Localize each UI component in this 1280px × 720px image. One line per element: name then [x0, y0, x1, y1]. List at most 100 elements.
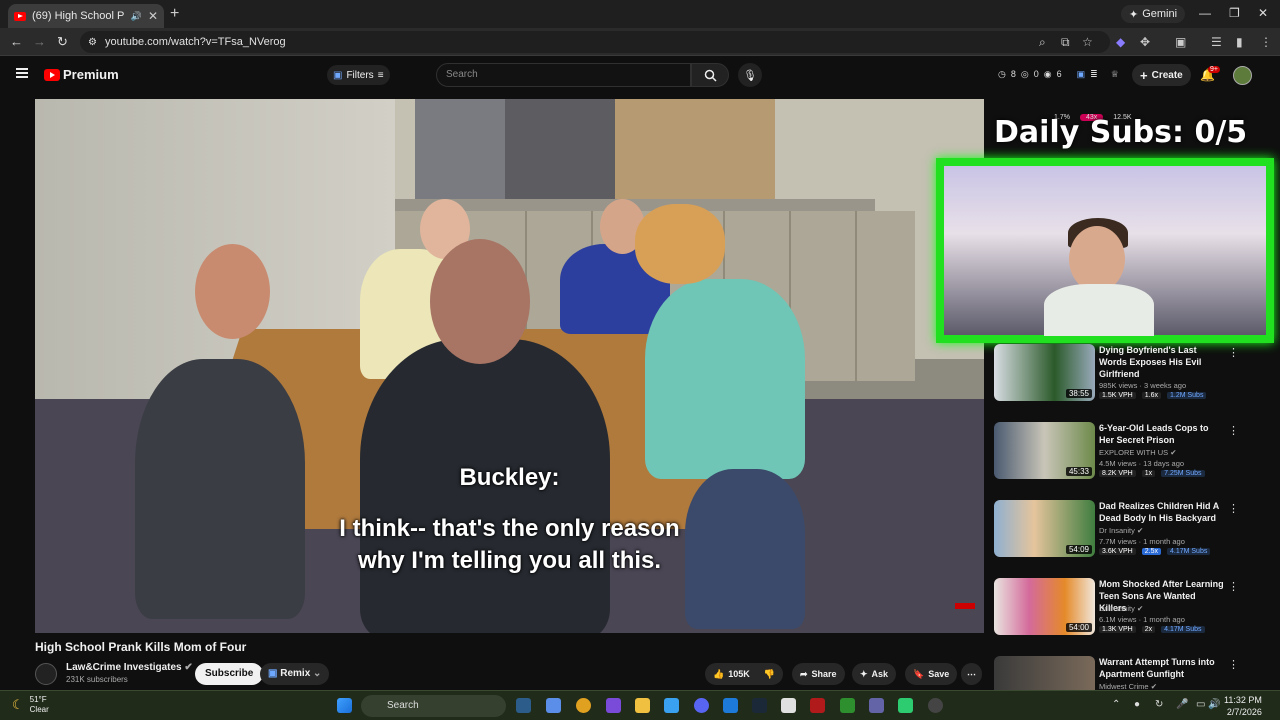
rec-views: 985K views · 3 weeks ago — [1099, 381, 1187, 390]
rec-channel[interactable]: EXPLORE WITH US ✔ — [1099, 448, 1177, 457]
channel-avatar[interactable] — [35, 663, 57, 685]
app-icon[interactable] — [898, 698, 913, 713]
video-thumbnail[interactable]: 54:09 — [994, 500, 1095, 557]
more-vertical-icon[interactable]: ⋮ — [1228, 580, 1239, 593]
obs-icon[interactable] — [928, 698, 943, 713]
browser-tab[interactable]: (69) High School Prank Kills 🔊 ✕ — [8, 4, 164, 28]
thumbs-down-icon[interactable]: 👎 — [764, 663, 775, 685]
app-icon[interactable] — [606, 698, 621, 713]
browser-menu-icon[interactable]: ⋮ — [1260, 35, 1272, 49]
video-thumbnail[interactable]: 38:55 — [994, 344, 1095, 401]
more-vertical-icon[interactable]: ⋮ — [1228, 502, 1239, 515]
bookmark-star-icon[interactable]: ☆ — [1082, 35, 1093, 49]
subscribe-button[interactable]: Subscribe — [195, 663, 264, 685]
mic-tray-icon[interactable]: 🎤 — [1176, 699, 1188, 710]
like-button[interactable]: 👍 105K 👎 — [705, 663, 783, 685]
gemini-button[interactable]: ✦ Gemini — [1121, 5, 1186, 23]
sidebar-icon[interactable]: ▣ — [1175, 35, 1186, 49]
save-button[interactable]: 🔖 Save — [905, 663, 958, 685]
rec-title: Warrant Attempt Turns into Apartment Gun… — [1099, 657, 1215, 679]
ask-button[interactable]: ✦ Ask — [852, 663, 897, 685]
ext-box-icon[interactable]: ▣ — [1077, 69, 1086, 80]
taskbar-search[interactable]: Search — [361, 695, 506, 717]
windows-taskbar: ☾ 51°F Clear Search ⌃ ● ↻ 🎤 ▭ 🔊 11:32 PM… — [0, 690, 1280, 720]
reload-icon[interactable]: ↻ — [57, 34, 68, 50]
close-window-icon[interactable]: ✕ — [1258, 6, 1268, 20]
filters-button[interactable]: ▣ Filters ≡ — [327, 65, 390, 85]
game-icon[interactable] — [810, 698, 825, 713]
new-tab-button[interactable]: + — [170, 5, 179, 23]
search-input[interactable]: Search — [436, 63, 691, 87]
minimize-icon[interactable]: — — [1199, 6, 1211, 20]
restore-icon[interactable]: ❐ — [1229, 6, 1240, 20]
file-explorer-icon[interactable] — [635, 698, 650, 713]
search-button[interactable] — [691, 63, 729, 87]
speaker-icon[interactable]: 🔊 — [131, 11, 142, 22]
install-app-icon[interactable]: ⧉ — [1061, 35, 1070, 50]
remix-button[interactable]: ▣ Remix ⌄ — [260, 663, 330, 685]
task-view-icon[interactable] — [516, 698, 531, 713]
channel-name[interactable]: Law&Crime Investigates ✔ — [66, 662, 193, 673]
video-watermark — [955, 603, 975, 609]
more-vertical-icon[interactable]: ⋮ — [1228, 424, 1239, 437]
more-vertical-icon[interactable]: ⋮ — [1228, 658, 1239, 671]
list-icon[interactable]: ≣ — [1090, 69, 1098, 80]
weather-widget[interactable]: ☾ 51°F Clear — [12, 695, 49, 715]
verified-icon: ✔ — [1150, 682, 1157, 690]
teams-icon[interactable] — [869, 698, 884, 713]
discord-icon[interactable] — [694, 698, 709, 713]
list-item[interactable]: Warrant Attempt Turns into Apartment Gun… — [994, 656, 1244, 690]
close-tab-icon[interactable]: ✕ — [148, 9, 158, 23]
extension-stats: ◷ 8 ◎ 0 ◉ 6 ▣ ≣ ♕ — [998, 69, 1119, 80]
extensions-puzzle-icon[interactable]: ✥ — [1140, 35, 1150, 49]
rec-channel-text: Dr Insanity — [1099, 526, 1135, 535]
windows-start-icon[interactable] — [337, 698, 352, 713]
zoom-icon[interactable]: ⌕ — [1039, 35, 1046, 50]
notepad-icon[interactable] — [664, 698, 679, 713]
voice-search-button[interactable]: 🎙 — [738, 63, 762, 87]
gemini-icon: ✦ — [1129, 8, 1139, 21]
account-avatar[interactable] — [1233, 66, 1252, 85]
mult-tag: 2.5x — [1141, 548, 1161, 555]
create-button[interactable]: + Create — [1132, 64, 1191, 86]
youtube-logo[interactable]: Premium — [44, 67, 119, 82]
rec-channel[interactable]: Dr Insanity ✔ — [1099, 604, 1143, 613]
photos-icon[interactable] — [723, 698, 738, 713]
system-clock[interactable]: 11:32 PM 2/7/2026 — [1224, 694, 1262, 718]
url-field[interactable]: ⚙ youtube.com/watch?v=TFsa_NVerog — [80, 31, 1110, 53]
video-thumbnail[interactable] — [994, 656, 1095, 690]
sliders-icon: ≡ — [377, 69, 384, 81]
forward-icon[interactable]: → — [33, 34, 46, 49]
list-item[interactable]: 45:33 6-Year-Old Leads Cops to Her Secre… — [994, 422, 1244, 482]
chrome-icon[interactable] — [576, 698, 591, 713]
minecraft-icon[interactable] — [840, 698, 855, 713]
list-item[interactable]: 54:09 Dad Realizes Children Hid A Dead B… — [994, 500, 1244, 560]
list-item[interactable]: 54:00 Mom Shocked After Learning Teen So… — [994, 578, 1244, 638]
back-icon[interactable]: ← — [10, 34, 23, 49]
trophy-icon[interactable]: ♕ — [1111, 69, 1119, 80]
rec-channel[interactable]: Dr Insanity ✔ — [1099, 526, 1143, 535]
share-button[interactable]: ➦ Share — [792, 663, 845, 685]
hamburger-menu-icon[interactable] — [16, 68, 28, 78]
profile-icon[interactable]: ▮ — [1236, 35, 1243, 49]
tray-chevron-icon[interactable]: ⌃ — [1112, 699, 1120, 710]
list-item[interactable]: 38:55 Dying Boyfriend's Last Words Expos… — [994, 344, 1244, 404]
display-icon[interactable]: ▭ — [1196, 699, 1205, 710]
mult-tag: 1.6x — [1141, 392, 1161, 399]
volume-icon[interactable]: 🔊 — [1208, 699, 1220, 710]
extension-icon[interactable]: ◆ — [1116, 35, 1125, 49]
video-thumbnail[interactable]: 45:33 — [994, 422, 1095, 479]
video-player[interactable]: Buckley: I think-- that's the only reaso… — [35, 99, 984, 633]
more-actions-button[interactable]: ⋯ — [961, 663, 982, 685]
tray-app-icon[interactable]: ● — [1134, 699, 1140, 710]
calculator-icon[interactable] — [781, 698, 796, 713]
media-controls-icon[interactable]: ☰ — [1211, 35, 1222, 49]
more-vertical-icon[interactable]: ⋮ — [1228, 346, 1239, 359]
eye-icon: ◎ — [1020, 69, 1029, 79]
steam-icon[interactable] — [752, 698, 767, 713]
tray-sync-icon[interactable]: ↻ — [1155, 699, 1163, 710]
site-info-icon[interactable]: ⚙ — [88, 37, 97, 48]
rec-channel[interactable]: Midwest Crime ✔ — [1099, 682, 1157, 690]
copilot-icon[interactable] — [546, 698, 561, 713]
video-thumbnail[interactable]: 54:00 — [994, 578, 1095, 635]
